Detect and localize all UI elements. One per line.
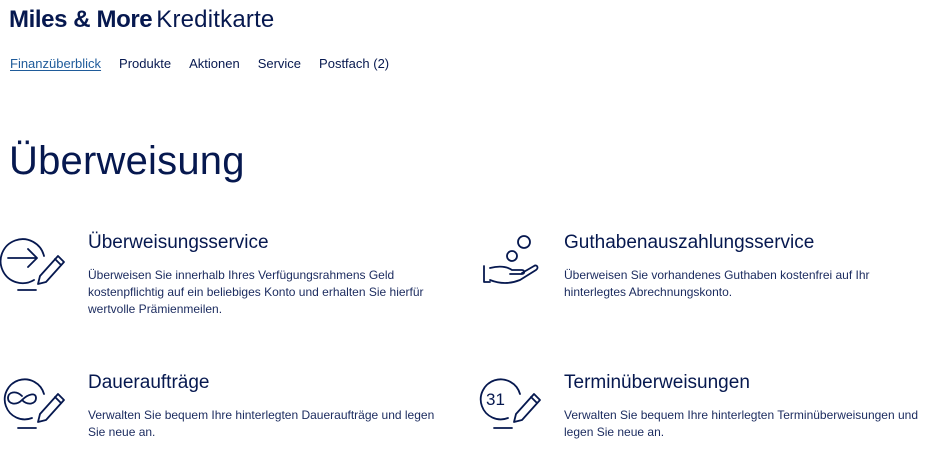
service-description: Überweisen Sie innerhalb Ihres Verfügung…	[88, 268, 424, 316]
service-card-terminueberweisungen[interactable]: 31 Terminüberweisungen Verwalten Sie beq…	[476, 372, 940, 461]
service-title[interactable]: Terminüberweisungen	[564, 372, 750, 394]
nav-item-produkte[interactable]: Produkte	[119, 56, 171, 72]
service-title[interactable]: Guthabenauszahlungsservice	[564, 232, 814, 254]
service-description: Verwalten Sie bequem Ihre hinterlegten T…	[564, 408, 919, 439]
nav-item-finanzueberblick[interactable]: Finanzüberblick	[10, 56, 101, 72]
service-card-dauerauftraege[interactable]: Daueraufträge Verwalten Sie bequem Ihre …	[0, 372, 470, 461]
calendar-day-text: 31	[486, 390, 505, 409]
service-description: Verwalten Sie bequem Ihre hinterlegten D…	[88, 408, 435, 439]
brand-name: Miles & More	[9, 6, 153, 33]
nav-item-service[interactable]: Service	[258, 56, 301, 72]
page-title: Überweisung	[9, 139, 245, 183]
infinity-pen-icon	[0, 372, 72, 436]
page: Miles & More Kreditkarte Finanzüberblick …	[0, 0, 940, 461]
brand-product: Kreditkarte	[156, 6, 275, 33]
main-nav: Finanzüberblick Produkte Aktionen Servic…	[10, 56, 407, 72]
service-description: Überweisen Sie vorhandenes Guthaben kost…	[564, 268, 870, 299]
brand-logo[interactable]: Miles & More Kreditkarte	[9, 6, 275, 34]
service-card-ueberweisungsservice[interactable]: Überweisungsservice Überweisen Sie inner…	[0, 232, 470, 332]
calendar-31-pen-icon: 31	[476, 372, 548, 436]
transfer-arrow-pen-icon	[0, 232, 72, 296]
service-title[interactable]: Daueraufträge	[88, 372, 209, 394]
nav-item-aktionen[interactable]: Aktionen	[189, 56, 240, 72]
service-title[interactable]: Überweisungsservice	[88, 232, 269, 254]
service-card-guthabenauszahlungsservice[interactable]: Guthabenauszahlungsservice Überweisen Si…	[476, 232, 940, 332]
nav-item-postfach[interactable]: Postfach (2)	[319, 56, 389, 72]
hand-coins-icon	[476, 232, 548, 296]
